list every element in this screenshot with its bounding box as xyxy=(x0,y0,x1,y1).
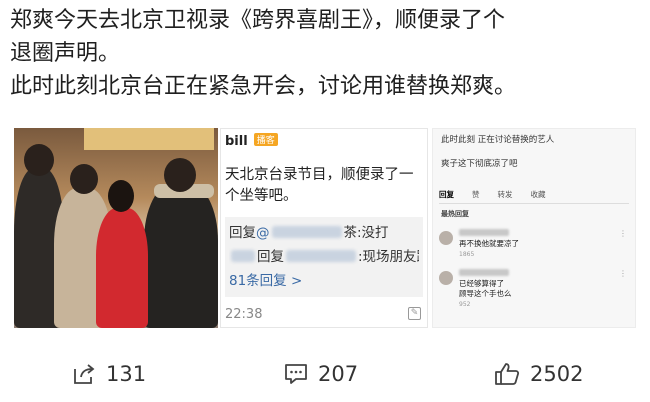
screenshot-reply: 回复 :现场朋友跟我 xyxy=(229,245,419,269)
blurred-name xyxy=(459,269,509,276)
photo-person-red-dress xyxy=(96,208,148,328)
thumbs-up-icon xyxy=(495,363,520,385)
screenshot3-tab: 回复 xyxy=(439,190,454,199)
share-icon xyxy=(74,364,95,384)
screenshot3-tab: 收藏 xyxy=(530,190,546,199)
reply-at: @ xyxy=(256,225,270,241)
photo-person xyxy=(144,183,218,328)
screenshot3-comment: 再不换他就要凉了 1865 ⋮ xyxy=(439,229,629,263)
reply-tail: 茶:没打 xyxy=(343,225,389,241)
like-count: 2502 xyxy=(530,362,584,386)
blurred-name xyxy=(459,229,509,236)
screenshot3-tab: 赞 xyxy=(472,190,480,199)
comment-meta: 952 xyxy=(459,301,471,308)
post-text: 郑爽今天去北京卫视录《跨界喜剧王》，顺便录了个 退圈声明。 此时此刻北京台正在紧… xyxy=(10,4,642,103)
reply-prefix: 回复 xyxy=(229,225,256,241)
share-button[interactable]: 131 xyxy=(72,362,146,386)
comment-text-2: 顾导这个手也么 xyxy=(459,289,512,298)
photo-head xyxy=(164,158,196,192)
avatar xyxy=(439,231,453,245)
avatar xyxy=(439,271,453,285)
screenshot3-question: 爽子这下彻底凉了吧 xyxy=(441,159,518,169)
comment-icon xyxy=(285,364,307,384)
comment-text: 再不换他就要凉了 xyxy=(459,239,519,248)
edit-icon: ✎ xyxy=(408,307,421,320)
photo-sign xyxy=(84,128,214,150)
event-photo[interactable] xyxy=(14,128,218,328)
post-line-3: 此时此刻北京台正在紧急开会，讨论用谁替换郑爽。 xyxy=(10,74,517,99)
blurred-name xyxy=(286,250,356,262)
screenshot-reply: 回复@ 茶:没打 xyxy=(229,221,419,245)
screenshot-header: bill 播客 xyxy=(225,133,278,149)
weibo-screenshot-image[interactable]: bill 播客 天北京台录节目，顺便录了一个坐等吧。 回复@ 茶:没打 回复:现场朋… xyxy=(220,128,428,328)
reply-tail: :现场朋友跟我 xyxy=(358,249,419,265)
screenshot3-tab: 转发 xyxy=(497,190,513,199)
screenshot-body: 天北京台录节目，顺便录了一个坐等吧。 xyxy=(225,167,414,204)
blurred-name xyxy=(231,250,255,262)
photo-head xyxy=(108,180,134,212)
share-count: 131 xyxy=(106,362,147,386)
screenshot3-hot-label: 最热回复 xyxy=(441,210,469,218)
reply-prefix: 回复 xyxy=(257,249,284,265)
more-icon: ⋮ xyxy=(619,229,627,238)
comment-meta: 1865 xyxy=(459,251,475,258)
post-actions-bar: 131 207 2502 xyxy=(0,350,650,398)
comment-button[interactable]: 207 xyxy=(284,362,358,386)
more-icon: ⋮ xyxy=(619,269,627,278)
screenshot-more-replies: 81条回复 > xyxy=(229,273,303,289)
screenshot3-tabs: 回复 赞 转发 收藏 xyxy=(439,189,629,204)
screenshot-time: 22:38 xyxy=(225,307,263,322)
image-grid: bill 播客 天北京台录节目，顺便录了一个坐等吧。 回复@ 茶:没打 回复:现场朋… xyxy=(14,128,636,328)
post-line-2: 退圈声明。 xyxy=(10,41,121,66)
blurred-name xyxy=(271,226,342,238)
comment-text: 已经够算得了 xyxy=(459,279,504,288)
comment-count: 207 xyxy=(318,362,359,386)
like-button[interactable]: 2502 xyxy=(494,362,583,386)
post-line-1: 郑爽今天去北京卫视录《跨界喜剧王》，顺便录了个 xyxy=(10,8,506,33)
comment-screenshot-image[interactable]: 此时此刻 正在讨论替换的艺人 爽子这下彻底凉了吧 回复 赞 转发 收藏 最热回复 再不… xyxy=(432,128,636,328)
photo-head xyxy=(70,164,98,194)
screenshot3-comment: 已经够算得了 顾导这个手也么 952 ⋮ xyxy=(439,269,629,308)
screenshot-user: bill xyxy=(225,134,248,149)
screenshot3-title: 此时此刻 正在讨论替换的艺人 xyxy=(441,135,555,145)
photo-head xyxy=(24,144,54,176)
screenshot-replies: 回复@茶:没打 回复:现场朋友跟我 81条回复 > xyxy=(225,217,423,297)
screenshot-badge: 播客 xyxy=(253,133,278,146)
